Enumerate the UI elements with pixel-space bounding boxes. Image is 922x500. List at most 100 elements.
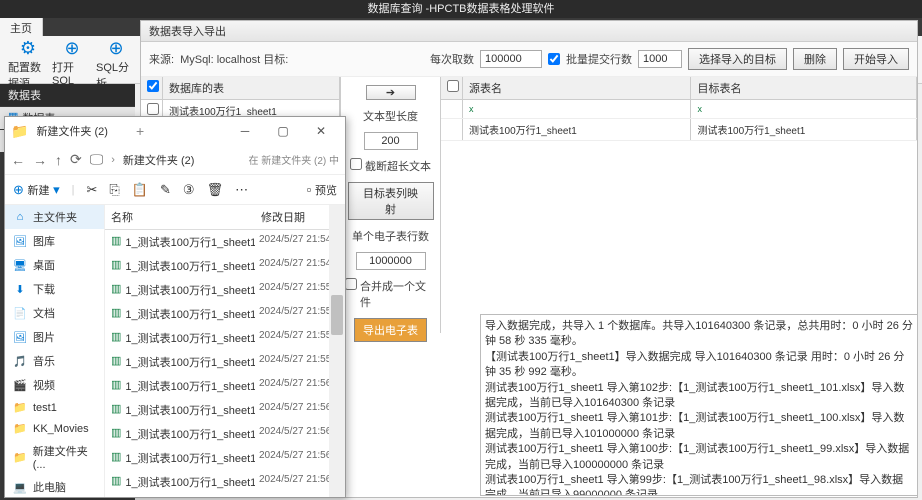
explorer-sidebar: ⌂主文件夹 🖼图库🖥桌面⬇下载📄文档🖼图片🎵音乐🎬视频📁test1📁KK_Mov…	[5, 205, 105, 497]
file-row[interactable]: ▥1_测试表100万行1_sheet1_30.xlsx2024/5/27 21:…	[105, 350, 345, 374]
sidebar-item[interactable]: 🎵音乐	[5, 349, 104, 373]
folder-icon: 📁	[13, 451, 27, 464]
plus-icon: ⊕	[64, 38, 79, 59]
sidebar-item[interactable]: ⬇下载	[5, 277, 104, 301]
file-row[interactable]: ▥1_测试表100万行1_sheet1_35.xlsx2024/5/27 21:…	[105, 470, 345, 494]
batch-label: 每次取数	[430, 51, 474, 67]
trunc-checkbox[interactable]	[350, 158, 362, 170]
file-row[interactable]: ▥1_测试表100万行1_sheet1_26.xlsx2024/5/27 21:…	[105, 254, 345, 278]
export-spreadsheet-button[interactable]: 导出电子表	[354, 318, 427, 342]
explorer-toolbar: ⊕ 新建 ▾ | ✂ ⎘ 📋 ✎ ③ 🗑 ⋯ ▫ 预览	[5, 175, 345, 205]
select-target-button[interactable]: 选择导入的目标	[688, 48, 787, 70]
paste-button[interactable]: 📋	[132, 182, 148, 198]
back-button[interactable]: ←	[11, 152, 25, 168]
excel-icon: ▥	[111, 282, 121, 298]
middle-controls: ➔ 文本型长度 截断超长文本 目标表列映射 单个电子表行数 合并成一个文件 导出…	[341, 77, 441, 333]
table-row[interactable]: xx	[441, 100, 917, 119]
scrollbar-thumb[interactable]	[331, 295, 343, 335]
folder-icon: 🖼	[13, 331, 27, 344]
sidebar-item[interactable]: 📄文档	[5, 301, 104, 325]
maximize-button[interactable]: ▢	[265, 119, 301, 143]
source-text: MySql: localhost 目标:	[180, 51, 424, 67]
delete-button[interactable]: 🗑	[207, 182, 224, 198]
sidebar-item[interactable]: 🖼图片	[5, 325, 104, 349]
move-right-button[interactable]: ➔	[366, 85, 416, 100]
folder-icon: 🎬	[13, 379, 27, 392]
explorer-titlebar[interactable]: 📁 新建文件夹 (2) + ─ ▢ ✕	[5, 117, 345, 145]
file-row[interactable]: ▥1_测试表100万行1_sheet1_27.xlsx2024/5/27 21:…	[105, 278, 345, 302]
sidebar-item[interactable]: 🖼图库	[5, 229, 104, 253]
file-row[interactable]: ▥1_测试表100万行1_sheet1_25.xlsx2024/5/27 21:…	[105, 230, 345, 254]
sidebar-item[interactable]: 📁KK_Movies	[5, 418, 104, 439]
sidebar-item[interactable]: 💻此电脑	[5, 475, 104, 497]
more-button[interactable]: ⋯	[235, 182, 248, 198]
sidebar-item[interactable]: 📁新建文件夹 (...	[5, 439, 104, 475]
folder-icon: 📁	[13, 401, 27, 414]
close-button[interactable]: ✕	[303, 119, 339, 143]
cut-button[interactable]: ✂	[87, 182, 98, 198]
excel-icon: ▥	[111, 330, 121, 346]
text-len-input[interactable]	[364, 132, 418, 150]
file-row[interactable]: ▥1_测试表100万行1_sheet1_36.xlsx2024/5/27 21:…	[105, 494, 345, 497]
breadcrumb[interactable]: 新建文件夹 (2)	[123, 152, 195, 168]
sidebar-item[interactable]: 🖥桌面	[5, 253, 104, 277]
col-name[interactable]: 名称	[105, 205, 255, 229]
rename-button[interactable]: ✎	[160, 182, 171, 198]
folder-icon: 📄	[13, 307, 27, 320]
folder-icon: 🖥	[13, 259, 27, 272]
file-row[interactable]: ▥1_测试表100万行1_sheet1_31.xlsx2024/5/27 21:…	[105, 374, 345, 398]
excel-icon: ▥	[111, 474, 121, 490]
preview-button[interactable]: ▫ 预览	[307, 182, 337, 198]
row-checkbox[interactable]	[147, 103, 159, 115]
source-table-header: 源表名	[463, 77, 691, 99]
col-date[interactable]: 修改日期	[255, 205, 311, 229]
text-len-label: 文本型长度	[363, 108, 418, 124]
file-row[interactable]: ▥1_测试表100万行1_sheet1_32.xlsx2024/5/27 21:…	[105, 398, 345, 422]
file-list: 名称修改日期 ▥1_测试表100万行1_sheet1_25.xlsx2024/5…	[105, 205, 345, 497]
file-row[interactable]: ▥1_测试表100万行1_sheet1_28.xlsx2024/5/27 21:…	[105, 302, 345, 326]
excel-icon: ▥	[111, 234, 121, 250]
commit-label: 批量提交行数	[566, 51, 632, 67]
scrollbar[interactable]	[329, 205, 345, 497]
new-tab-button[interactable]: +	[136, 123, 144, 139]
commit-checkbox[interactable]	[548, 53, 560, 65]
start-import-button[interactable]: 开始导入	[843, 48, 909, 70]
file-row[interactable]: ▥1_测试表100万行1_sheet1_34.xlsx2024/5/27 21:…	[105, 446, 345, 470]
db-tables-header: 数据库的表	[163, 77, 340, 99]
new-button[interactable]: ⊕ 新建 ▾	[13, 182, 60, 198]
folder-icon: 🖼	[13, 235, 27, 248]
minimize-button[interactable]: ─	[227, 119, 263, 143]
single-rows-input[interactable]	[356, 252, 426, 270]
table-row[interactable]: 测试表100万行1_sheet1测试表100万行1_sheet1	[441, 119, 917, 141]
file-row[interactable]: ▥1_测试表100万行1_sheet1_33.xlsx2024/5/27 21:…	[105, 422, 345, 446]
forward-button[interactable]: →	[33, 152, 47, 168]
source-label: 来源:	[149, 51, 174, 67]
select-all-checkbox[interactable]	[447, 80, 459, 92]
share-button[interactable]: ③	[183, 182, 195, 198]
up-button[interactable]: ↑	[55, 152, 62, 168]
refresh-button[interactable]: ⟳	[70, 151, 82, 168]
excel-icon: x	[697, 104, 702, 114]
search-placeholder[interactable]: 在 新建文件夹 (2) 中	[248, 152, 339, 167]
batch-input[interactable]	[480, 50, 542, 68]
mapping-grid: 源表名目标表名 xx 测试表100万行1_sheet1测试表100万行1_she…	[441, 77, 917, 333]
select-all-checkbox[interactable]	[147, 80, 159, 92]
sidebar-item[interactable]: 🎬视频	[5, 373, 104, 397]
sidebar-home[interactable]: ⌂主文件夹	[5, 205, 104, 229]
explorer-title: 新建文件夹 (2)	[36, 123, 108, 139]
log-output[interactable]: 导入数据完成，共导入 1 个数据库。共导入101640300 条记录，总共用时：…	[480, 314, 918, 496]
copy-button[interactable]: ⎘	[109, 182, 119, 198]
file-row[interactable]: ▥1_测试表100万行1_sheet1_29.xlsx2024/5/27 21:…	[105, 326, 345, 350]
target-table-header: 目标表名	[691, 77, 917, 99]
folder-icon: 🎵	[13, 355, 27, 368]
folder-icon: 📁	[13, 422, 27, 435]
commit-input[interactable]	[638, 50, 682, 68]
plus-icon: ⊕	[108, 38, 123, 59]
tab-home[interactable]: 主页	[0, 18, 43, 36]
folder-icon: ⬇	[13, 283, 27, 296]
column-mapping-button[interactable]: 目标表列映射	[348, 182, 434, 220]
delete-button[interactable]: 删除	[793, 48, 837, 70]
sidebar-item[interactable]: 📁test1	[5, 397, 104, 418]
excel-icon: ▥	[111, 258, 121, 274]
merge-checkbox[interactable]	[345, 278, 357, 290]
